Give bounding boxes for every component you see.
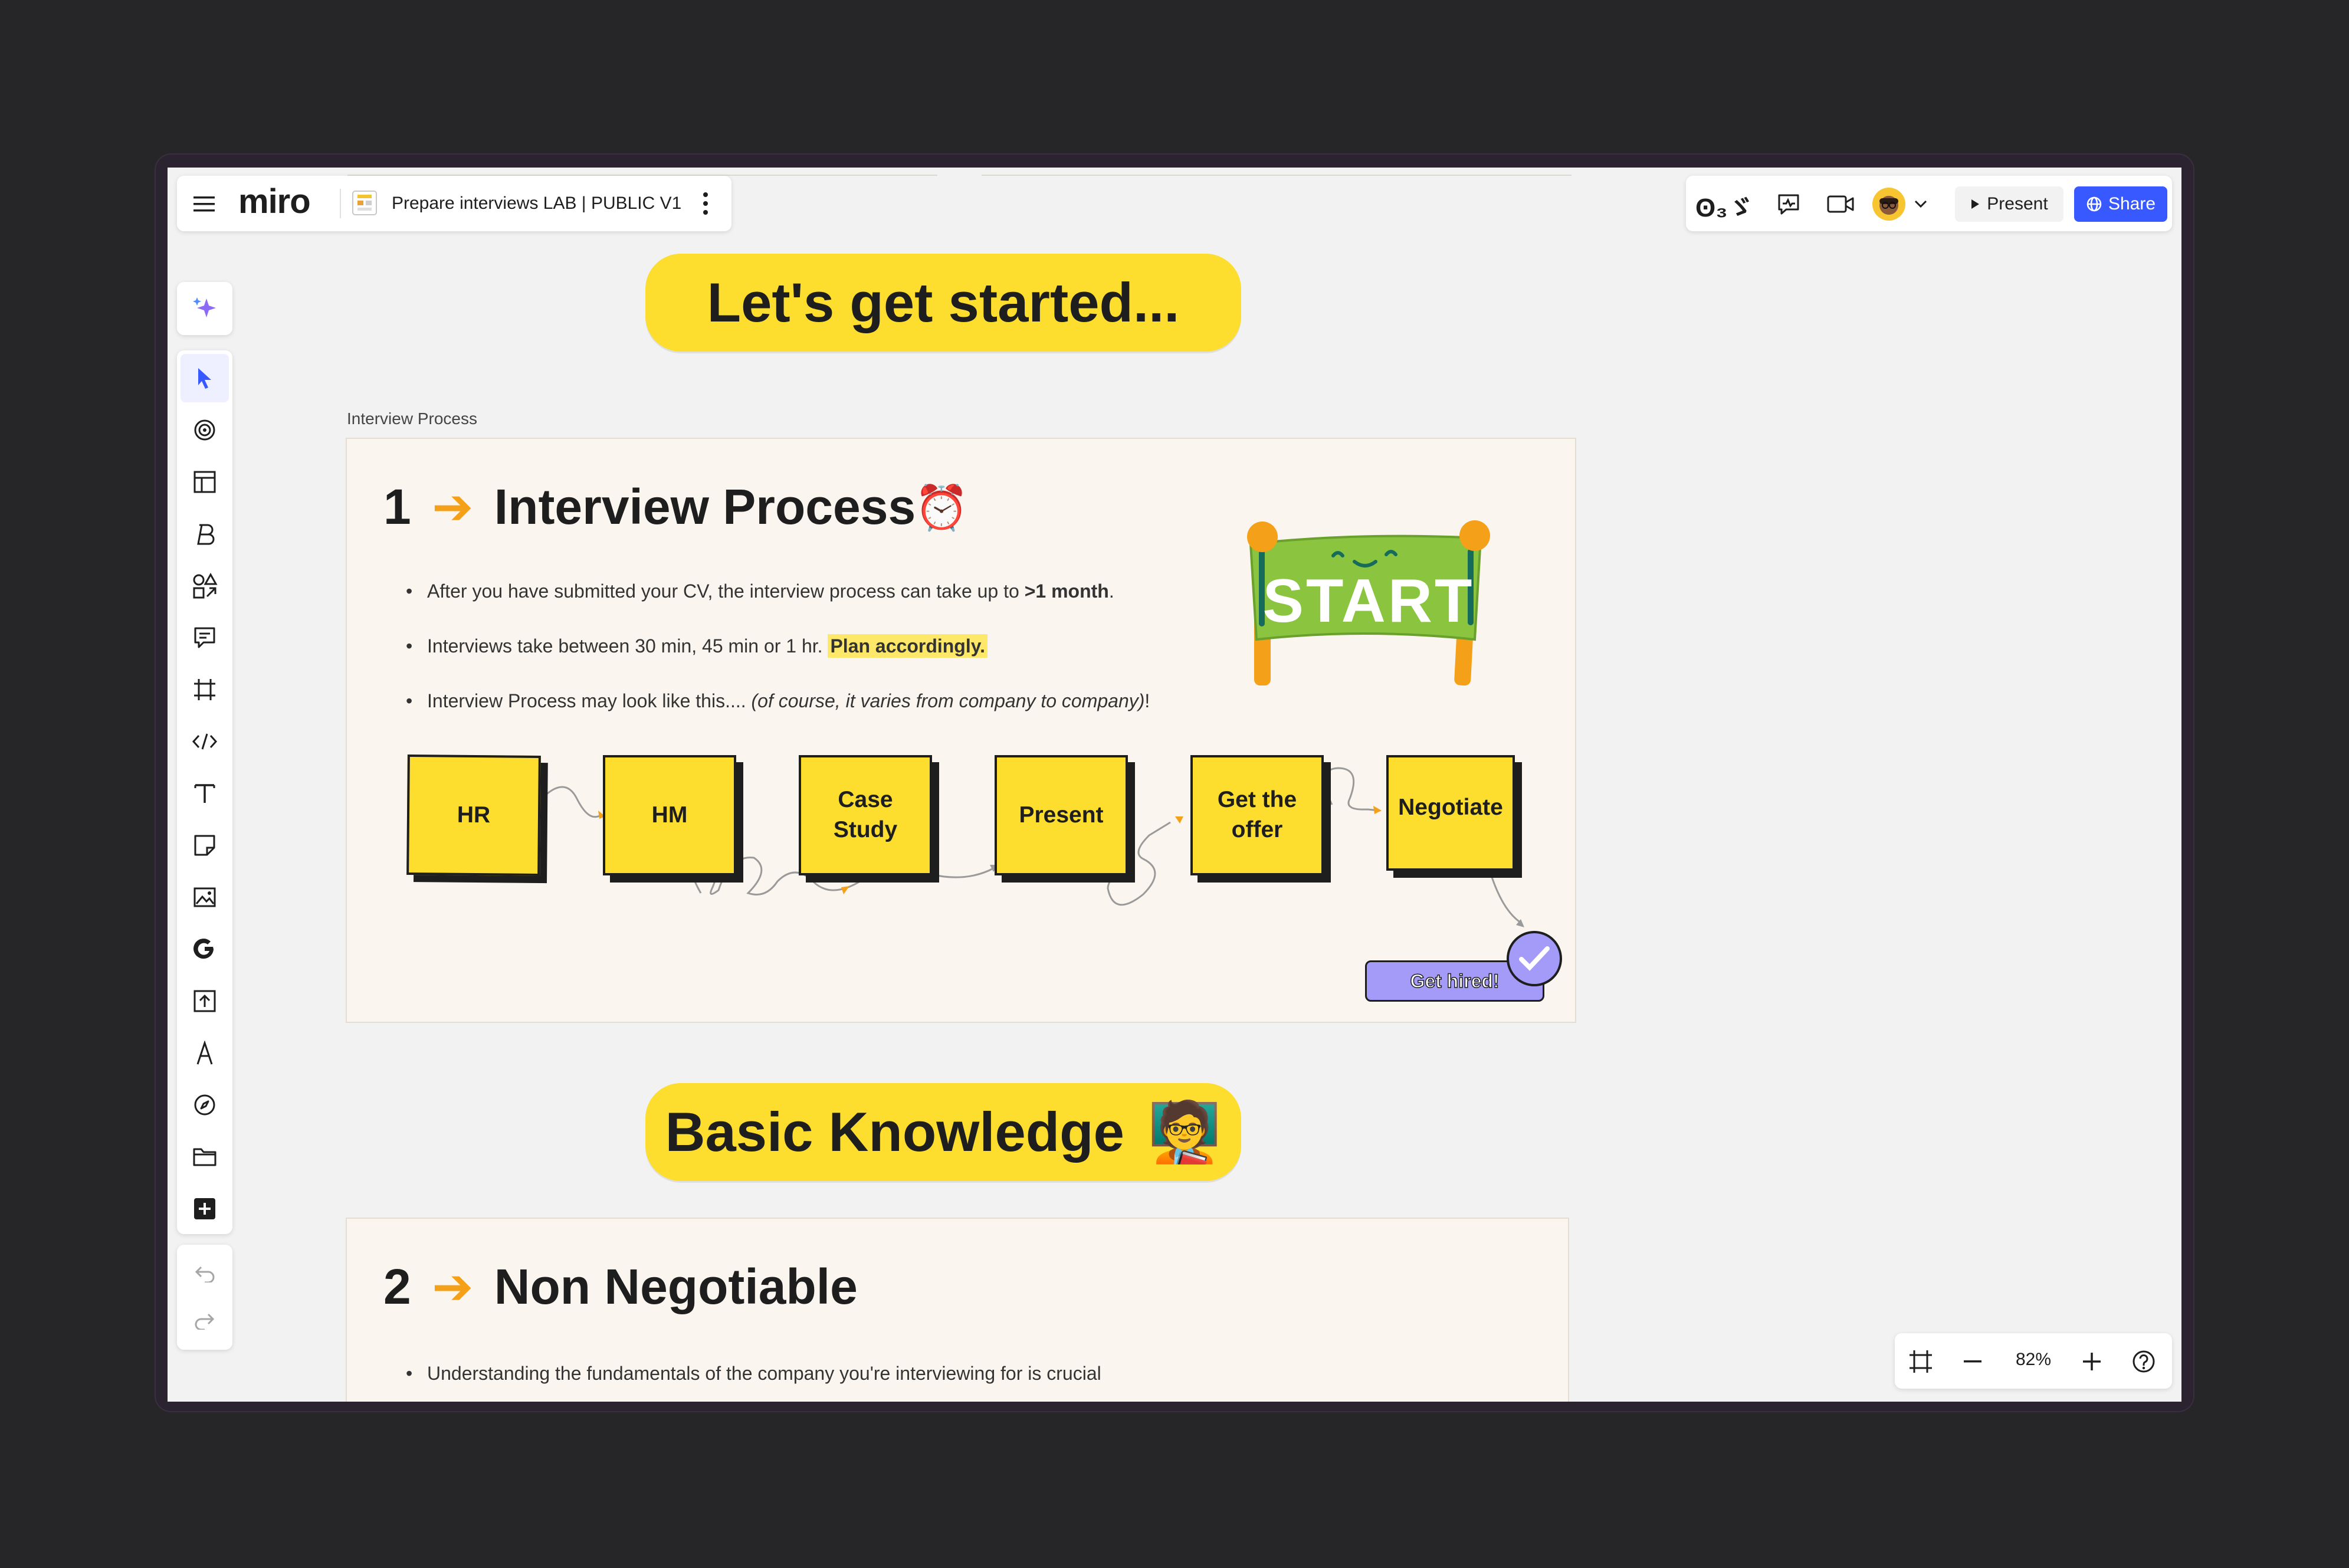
section-heading: 2 ➔ Non Negotiable	[383, 1258, 858, 1316]
code-embed-icon[interactable]	[189, 726, 221, 757]
zoom-out-icon[interactable]	[1956, 1345, 1989, 1378]
more-options-icon[interactable]	[691, 189, 720, 218]
sticky-text: Present	[1019, 802, 1104, 828]
ai-toolbar	[177, 282, 232, 335]
board-title-panel: miro Prepare interviews LAB | PUBLIC V1	[177, 176, 731, 231]
ai-sparkle-icon[interactable]	[189, 293, 221, 324]
section-title: Non Negotiable	[494, 1259, 858, 1314]
shapes-icon[interactable]	[189, 570, 221, 602]
divider	[340, 189, 341, 218]
arrow-right-icon: ➔	[432, 1259, 474, 1314]
board-thumbnail-icon[interactable]	[350, 189, 379, 217]
chevron-down-icon[interactable]	[1910, 193, 1931, 215]
image-icon[interactable]	[189, 881, 221, 913]
non-negotiable-frame[interactable]: 2 ➔ Non Negotiable Understanding the fun…	[346, 1218, 1569, 1402]
menu-icon[interactable]	[188, 188, 221, 221]
process-step-case-study[interactable]: Case Study	[799, 755, 932, 875]
banner-text: Basic Knowledge	[665, 1101, 1124, 1163]
sticky-text: Get the offer	[1217, 787, 1297, 842]
history-toolbar	[177, 1245, 232, 1350]
pen-icon[interactable]	[189, 1037, 221, 1069]
fit-to-screen-icon[interactable]	[1904, 1345, 1937, 1378]
comment-icon[interactable]	[189, 622, 221, 654]
video-call-icon[interactable]	[1824, 189, 1857, 219]
zoom-level[interactable]: 82%	[2001, 1350, 2066, 1370]
bullet-item: Understanding the fundamentals of the co…	[406, 1363, 1101, 1385]
upload-icon[interactable]	[189, 985, 221, 1017]
process-step-present[interactable]: Present	[995, 755, 1128, 875]
teacher-emoji-icon: 🧑‍🏫	[1147, 1098, 1222, 1165]
sticky-note-icon[interactable]	[189, 829, 221, 861]
bullet-text: Understanding the fundamentals of the co…	[427, 1363, 1101, 1384]
frame-edge	[347, 168, 937, 176]
undo-icon[interactable]	[189, 1258, 221, 1290]
share-button[interactable]: Share	[2074, 186, 2167, 222]
sticky-text: HM	[651, 802, 688, 828]
globe-icon	[2086, 196, 2102, 212]
google-icon[interactable]	[189, 933, 221, 965]
sticky-text: Negotiate	[1398, 795, 1503, 820]
process-connectors	[540, 767, 1524, 927]
user-avatar[interactable]	[1872, 188, 1905, 221]
activity-icon[interactable]	[1773, 189, 1804, 219]
checkmark-icon	[1507, 931, 1562, 986]
get-hired-label: Get hired!	[1410, 970, 1500, 992]
redo-icon[interactable]	[189, 1305, 221, 1337]
play-icon	[1971, 199, 1980, 209]
process-step-get-the-offer[interactable]: Get the offer	[1190, 755, 1324, 875]
collaboration-panel: ʘ₃ゞ Present Share	[1686, 176, 2172, 231]
process-step-hm[interactable]: HM	[603, 755, 736, 875]
sticky-text: HR	[457, 802, 491, 828]
frame-edge	[982, 168, 1572, 176]
sticky-text: Case Study	[833, 787, 898, 842]
text-icon[interactable]	[189, 778, 221, 809]
miro-board-screen: miro Prepare interviews LAB | PUBLIC V1 …	[168, 168, 2181, 1402]
templates-icon[interactable]	[189, 414, 221, 446]
miro-logo[interactable]: miro	[238, 182, 311, 221]
share-label: Share	[2108, 194, 2156, 214]
zoom-panel: 82%	[1895, 1333, 2172, 1389]
folder-icon[interactable]	[189, 1141, 221, 1173]
interview-process-frame[interactable]: 1 ➔ Interview Process ⏰ After you have s…	[346, 438, 1576, 1023]
reactions-button[interactable]: ʘ₃ゞ	[1695, 186, 1754, 224]
more-apps-icon[interactable]	[189, 1193, 221, 1225]
frame-icon[interactable]	[189, 674, 221, 706]
brand-icon[interactable]	[189, 518, 221, 550]
explore-icon[interactable]	[189, 1089, 221, 1121]
frame-label[interactable]: Interview Process	[347, 409, 477, 428]
section-number: 2	[383, 1259, 411, 1314]
zoom-in-icon[interactable]	[2075, 1345, 2108, 1378]
lets-get-started-banner[interactable]: Let's get started...	[645, 254, 1241, 352]
help-icon[interactable]	[2127, 1345, 2160, 1378]
present-label: Present	[1987, 194, 2048, 214]
present-button[interactable]: Present	[1955, 186, 2063, 222]
layout-icon[interactable]	[189, 466, 221, 498]
select-cursor-icon[interactable]	[189, 362, 221, 394]
process-step-hr[interactable]: HR	[406, 755, 541, 876]
banner-text: Let's get started...	[707, 271, 1180, 333]
basic-knowledge-banner[interactable]: Basic Knowledge 🧑‍🏫	[645, 1083, 1241, 1181]
creation-toolbar	[177, 350, 232, 1234]
board-title[interactable]: Prepare interviews LAB | PUBLIC V1	[392, 193, 681, 214]
process-step-negotiate[interactable]: Negotiate	[1386, 755, 1515, 871]
